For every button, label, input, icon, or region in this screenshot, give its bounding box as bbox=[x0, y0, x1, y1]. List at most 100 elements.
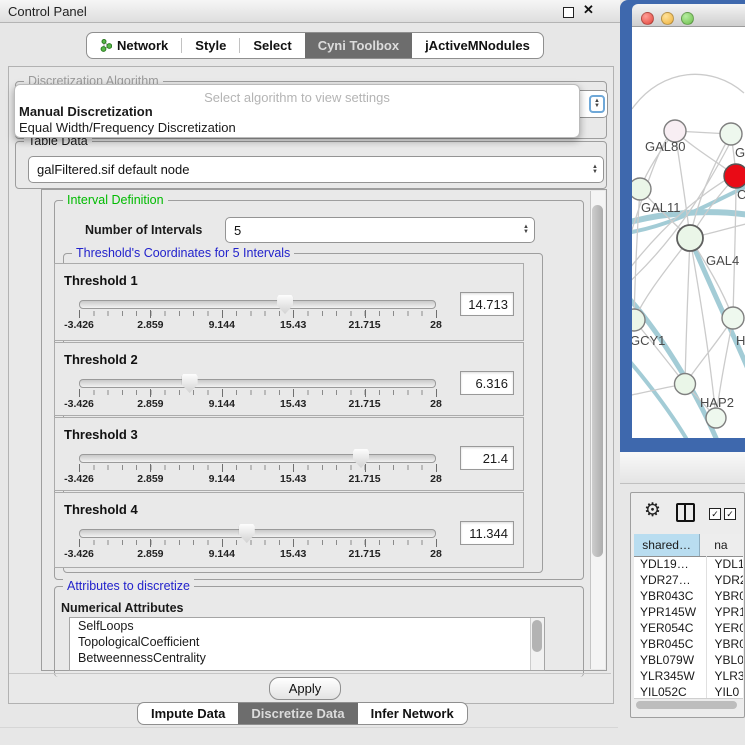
algorithm-dropdown-popup: Select algorithm to view settings Manual… bbox=[14, 84, 580, 138]
node-red-selected[interactable] bbox=[724, 164, 745, 188]
app-root: Control Panel ✕ Network Style Select Cyn… bbox=[0, 0, 745, 745]
threshold-value-field[interactable]: 6.316 bbox=[460, 371, 514, 395]
tab-impute-data[interactable]: Impute Data bbox=[138, 703, 238, 724]
node-h[interactable] bbox=[722, 307, 744, 329]
network-canvas: GAL80 G C GAL11 GAL4 GCY1 H HAP2 bbox=[632, 27, 745, 438]
threshold-value-field[interactable]: 14.713 bbox=[460, 292, 514, 316]
dropdown-option-equal-width[interactable]: Equal Width/Frequency Discretization bbox=[18, 120, 576, 136]
slider-tick-labels: -3.4262.8599.14415.4321.71528 bbox=[79, 398, 436, 410]
table-rows: YDL19…YDL1 YDR27…YDR2 YBR043CYBR0 YPR145… bbox=[634, 556, 743, 698]
list-item[interactable]: SelfLoops bbox=[70, 618, 544, 634]
group-title: Attributes to discretize bbox=[63, 579, 194, 593]
table-row[interactable]: YDL19…YDL1 bbox=[634, 556, 743, 572]
dropdown-option-manual[interactable]: Manual Discretization bbox=[18, 104, 576, 120]
table-header-row: shared… na bbox=[634, 534, 743, 557]
node-gal4[interactable] bbox=[677, 225, 703, 251]
combo-arrows-icon[interactable]: ▲▼ bbox=[592, 165, 598, 175]
attributes-list: SelfLoops TopologicalCoefficient Between… bbox=[69, 617, 545, 671]
node-label-partial-g: G bbox=[735, 145, 745, 160]
node-label-gal80: GAL80 bbox=[645, 139, 685, 154]
panel-title: Control Panel bbox=[8, 4, 87, 19]
column-header-name[interactable]: na bbox=[700, 534, 743, 556]
threshold-1-panel: Threshold 1 -3.4262.8599.14415.4321.7152… bbox=[54, 263, 524, 341]
bottom-tab-bar: Impute Data Discretize Data Infer Networ… bbox=[137, 702, 468, 725]
tab-select[interactable]: Select bbox=[240, 33, 304, 58]
group-title: Threshold's Coordinates for 5 Intervals bbox=[72, 246, 294, 260]
attributes-group: Attributes to discretize Numerical Attri… bbox=[54, 586, 584, 677]
checkbox-icon[interactable]: ✓ bbox=[709, 508, 721, 520]
float-window-icon[interactable] bbox=[563, 7, 574, 18]
slider-track[interactable] bbox=[79, 300, 436, 309]
intervals-combobox[interactable]: 5 ▲▼ bbox=[225, 217, 535, 243]
threshold-label: Threshold 3 bbox=[64, 427, 138, 442]
table-row[interactable]: YER054CYER0 bbox=[634, 620, 743, 636]
tab-network[interactable]: Network bbox=[87, 33, 181, 58]
cyni-toolbox-panel: Discretization Algorithm ▲▼ Table Data g… bbox=[8, 66, 614, 704]
tab-discretize-data[interactable]: Discretize Data bbox=[238, 703, 357, 724]
list-scrollbar[interactable] bbox=[530, 618, 544, 670]
close-icon[interactable]: ✕ bbox=[583, 2, 594, 18]
node-g[interactable] bbox=[720, 123, 742, 145]
table-data-group: Table Data galFiltered.sif default node … bbox=[15, 141, 607, 189]
tab-label: Discretize Data bbox=[251, 706, 344, 721]
tab-label: Style bbox=[195, 38, 226, 53]
list-item[interactable]: BetweennessCentrality bbox=[70, 650, 544, 666]
network-window-titlebar bbox=[632, 4, 745, 27]
threshold-value-field[interactable]: 21.4 bbox=[460, 446, 514, 470]
table-row[interactable]: YBL079WYBL0 bbox=[634, 652, 743, 668]
node-label-gcy1: GCY1 bbox=[632, 333, 665, 348]
scrollbar-thumb[interactable] bbox=[592, 205, 603, 557]
scrollbar-thumb[interactable] bbox=[636, 701, 737, 709]
minimize-traffic-light[interactable] bbox=[661, 12, 674, 25]
node-hap2[interactable] bbox=[675, 374, 696, 395]
slider-tick-labels: -3.4262.8599.14415.4321.71528 bbox=[79, 319, 436, 331]
close-traffic-light[interactable] bbox=[641, 12, 654, 25]
combo-arrows-icon[interactable]: ▲▼ bbox=[589, 95, 605, 113]
slider-track[interactable] bbox=[79, 379, 436, 388]
node-partial[interactable] bbox=[706, 408, 726, 428]
table-row[interactable]: YBR045CYBR0 bbox=[634, 636, 743, 652]
table-row[interactable]: YPR145WYPR1 bbox=[634, 604, 743, 620]
threshold-value-field[interactable]: 11.344 bbox=[460, 521, 514, 545]
tab-cyni-toolbox[interactable]: Cyni Toolbox bbox=[305, 33, 412, 58]
list-item[interactable]: TopologicalCoefficient bbox=[70, 634, 544, 650]
slider-tick-labels: -3.4262.8599.14415.4321.71528 bbox=[79, 548, 436, 560]
table-row[interactable]: YDR27…YDR2 bbox=[634, 572, 743, 588]
table-horizontal-scrollbar[interactable] bbox=[634, 698, 743, 711]
table-panel-header: Table Panel bbox=[620, 452, 745, 484]
table-row[interactable]: YBR043CYBR0 bbox=[634, 588, 743, 604]
zoom-traffic-light[interactable] bbox=[681, 12, 694, 25]
slider-major-ticks bbox=[79, 464, 436, 472]
table-row[interactable]: YIL052CYIL0 bbox=[634, 684, 743, 698]
node-label-partial-c: C bbox=[737, 187, 745, 202]
divider bbox=[9, 673, 611, 674]
table-data-combobox[interactable]: galFiltered.sif default node ▲▼ bbox=[28, 156, 604, 183]
divider bbox=[0, 727, 618, 728]
node-attribute-table: shared… na YDL19…YDL1 YDR27…YDR2 YBR043C… bbox=[634, 534, 743, 698]
threshold-2-panel: Threshold 2 -3.4262.8599.14415.4321.7152… bbox=[54, 342, 524, 416]
gear-icon[interactable]: ⚙ bbox=[644, 499, 661, 522]
apply-button[interactable]: Apply bbox=[269, 677, 341, 700]
split-view-icon[interactable] bbox=[676, 503, 695, 522]
column-header-shared[interactable]: shared… bbox=[634, 534, 700, 556]
tab-label: Select bbox=[253, 38, 291, 53]
tab-style[interactable]: Style bbox=[182, 33, 239, 58]
number-of-intervals-label: Number of Intervals bbox=[85, 223, 202, 237]
node-gal11[interactable] bbox=[632, 178, 651, 200]
tab-label: jActiveMNodules bbox=[425, 38, 530, 53]
table-row[interactable]: YLR345WYLR3 bbox=[634, 668, 743, 684]
slider-track[interactable] bbox=[79, 454, 436, 463]
checkbox-icon[interactable]: ✓ bbox=[724, 508, 736, 520]
tab-jactivemnodules[interactable]: jActiveMNodules bbox=[412, 33, 543, 58]
numerical-attributes-label: Numerical Attributes bbox=[61, 601, 183, 615]
control-panel-titlebar: Control Panel ✕ bbox=[0, 0, 620, 23]
combo-value: 5 bbox=[234, 223, 241, 238]
settings-scroll-panel: Interval Definition Number of Intervals … bbox=[41, 189, 607, 671]
threshold-label: Threshold 2 bbox=[64, 352, 138, 367]
tab-infer-network[interactable]: Infer Network bbox=[358, 703, 467, 724]
slider-track[interactable] bbox=[79, 529, 436, 538]
dropdown-placeholder: Select algorithm to view settings bbox=[15, 90, 579, 105]
panel-scrollbar[interactable] bbox=[590, 191, 605, 669]
combo-arrows-icon[interactable]: ▲▼ bbox=[523, 225, 529, 235]
slider-major-ticks bbox=[79, 539, 436, 547]
